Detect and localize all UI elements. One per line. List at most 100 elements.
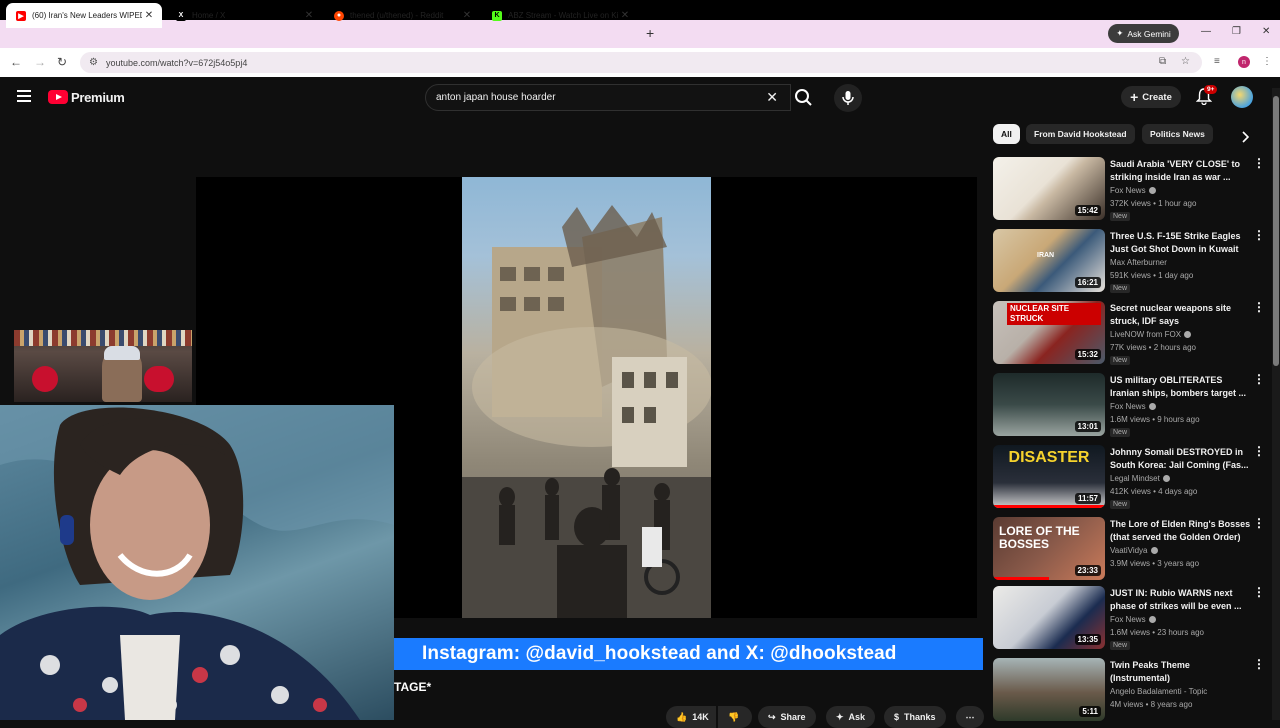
youtube-logo-icon[interactable] xyxy=(48,90,68,104)
menu-hamburger-icon[interactable] xyxy=(17,90,31,105)
video-duration: 15:32 xyxy=(1074,349,1101,360)
reload-icon[interactable]: ↻ xyxy=(57,55,67,69)
recommendation-title[interactable]: Saudi Arabia 'VERY CLOSE' to striking in… xyxy=(1110,158,1252,184)
forward-arrow-icon[interactable]: → xyxy=(34,55,46,69)
dislike-button[interactable]: 👎 xyxy=(718,706,752,728)
ask-button[interactable]: ✦ Ask xyxy=(826,706,876,728)
restore-window-icon[interactable]: ❐ xyxy=(1232,26,1241,37)
close-window-icon[interactable]: ✕ xyxy=(1262,26,1270,37)
video-thumbnail[interactable]: 13:35 xyxy=(993,586,1105,649)
recommendation-channel[interactable]: Fox News xyxy=(1110,402,1156,411)
more-options-icon[interactable]: ⋮ xyxy=(1253,445,1265,457)
search-button[interactable] xyxy=(788,84,820,111)
recommendation-item[interactable]: NUCLEAR SITE STRUCK 15:32 Secret nuclear w… xyxy=(993,301,1268,367)
site-info-icon[interactable]: ⚙ xyxy=(89,57,98,68)
recommendation-title[interactable]: Three U.S. F-15E Strike Eagles Just Got … xyxy=(1110,230,1252,256)
scrollbar-thumb[interactable] xyxy=(1273,96,1279,366)
recommendation-item[interactable]: 15:42 Saudi Arabia 'VERY CLOSE' to striki… xyxy=(993,157,1268,223)
close-tab-icon[interactable]: ✕ xyxy=(302,10,316,21)
new-tab-button[interactable]: + xyxy=(646,25,654,41)
clear-search-icon[interactable]: ✕ xyxy=(766,89,778,106)
chip-from-channel[interactable]: From David Hookstead xyxy=(1026,124,1135,144)
page-scrollbar[interactable] xyxy=(1272,88,1280,720)
more-options-icon[interactable]: ⋮ xyxy=(1253,517,1265,529)
install-app-icon[interactable]: ⧉ xyxy=(1159,56,1166,67)
browser-tab-x[interactable]: X Home / X ✕ xyxy=(166,3,322,28)
url-text: youtube.com/watch?v=672j54o5pj4 xyxy=(105,57,248,68)
more-options-icon[interactable]: ⋮ xyxy=(1253,373,1265,385)
recommendation-title[interactable]: JUST IN: Rubio WARNS next phase of strik… xyxy=(1110,587,1252,613)
tab-label: Home / X xyxy=(192,11,226,20)
browser-tab-kick[interactable]: K ABZ Stream - Watch Live on Ki ✕ xyxy=(482,3,638,28)
kick-favicon-icon: K xyxy=(492,10,502,21)
chip-politics-news[interactable]: Politics News xyxy=(1142,124,1213,144)
new-badge: New xyxy=(1110,641,1131,650)
thumbnail-overlay-text: IRAN xyxy=(1037,252,1055,259)
verified-check-icon xyxy=(1184,331,1192,338)
create-label: Create xyxy=(1142,91,1172,103)
recommendation-item[interactable]: DISASTER 11:57 Johnny Somali DESTROYED in … xyxy=(993,445,1268,511)
more-options-icon[interactable]: ⋮ xyxy=(1253,586,1265,598)
recommendation-item[interactable]: LORE OF THE BOSSES 23:33 The Lore of Elden… xyxy=(993,517,1268,583)
thanks-label: Thanks xyxy=(904,712,936,722)
chevron-right-icon[interactable] xyxy=(1241,130,1250,148)
video-thumbnail[interactable]: LORE OF THE BOSSES 23:33 xyxy=(993,517,1105,580)
share-button[interactable]: ↪ Share xyxy=(758,706,816,728)
browser-tab-youtube[interactable]: ▶ (60) Iran's New Leaders WIPED ✕ xyxy=(6,3,162,28)
recommendation-item[interactable]: 13:01 US military OBLITERATES Iranian shi… xyxy=(993,373,1268,439)
video-thumbnail[interactable]: 15:42 xyxy=(993,157,1105,220)
thanks-button[interactable]: $ Thanks xyxy=(884,706,946,728)
youtube-premium-logo[interactable]: Premium xyxy=(71,90,125,105)
more-actions-button[interactable]: ⋯ xyxy=(956,706,984,728)
search-input[interactable]: anton japan house hoarder ✕ xyxy=(425,84,791,111)
new-badge: New xyxy=(1110,428,1131,437)
user-avatar[interactable] xyxy=(1231,86,1253,108)
chip-all[interactable]: All xyxy=(993,124,1020,144)
url-omnibox[interactable]: ⚙ youtube.com/watch?v=672j54o5pj4 xyxy=(80,52,1202,73)
thumbs-up-icon: 👍 xyxy=(676,711,688,722)
create-button[interactable]: + Create xyxy=(1121,86,1181,108)
browser-profile-avatar[interactable]: n xyxy=(1238,56,1250,68)
browser-tab-reddit[interactable]: ● thened (u/thened) - Reddit ✕ xyxy=(324,3,480,28)
recommendation-item[interactable]: 13:35 JUST IN: Rubio WARNS next phase of … xyxy=(993,586,1268,652)
recommendation-channel[interactable]: Angelo Badalamenti - Topic xyxy=(1110,687,1207,696)
close-tab-icon[interactable]: ✕ xyxy=(618,10,632,21)
close-tab-icon[interactable]: ✕ xyxy=(142,10,156,21)
back-arrow-icon[interactable]: ← xyxy=(10,55,22,69)
video-duration: 13:35 xyxy=(1074,634,1101,645)
bookmark-star-icon[interactable]: ☆ xyxy=(1181,56,1190,67)
recommendation-item[interactable]: IRAN 16:21 Three U.S. F-15E Strike Eagles … xyxy=(993,229,1268,295)
recommendation-channel[interactable]: VaatiVidya xyxy=(1110,546,1158,555)
streamer-background-camera xyxy=(14,330,192,402)
more-options-icon[interactable]: ⋮ xyxy=(1253,157,1265,169)
recommendation-title[interactable]: Secret nuclear weapons site struck, IDF … xyxy=(1110,302,1252,328)
ask-gemini-button[interactable]: ✦ Ask Gemini xyxy=(1108,24,1179,43)
video-thumbnail[interactable]: DISASTER 11:57 xyxy=(993,445,1105,508)
recommendation-title[interactable]: Johnny Somali DESTROYED in South Korea: … xyxy=(1110,446,1252,472)
recommendation-title[interactable]: The Lore of Elden Ring's Bosses (that se… xyxy=(1110,518,1252,544)
recommendation-meta: 3.9M views • 3 years ago xyxy=(1110,559,1200,568)
recommendation-channel[interactable]: Legal Mindset xyxy=(1110,474,1170,483)
recommendation-channel[interactable]: LiveNOW from FOX xyxy=(1110,330,1192,339)
close-tab-icon[interactable]: ✕ xyxy=(460,10,474,21)
more-options-icon[interactable]: ⋮ xyxy=(1253,301,1265,313)
recommendation-channel[interactable]: Max Afterburner xyxy=(1110,258,1167,267)
new-badge: New xyxy=(1110,284,1131,293)
video-thumbnail[interactable]: 13:01 xyxy=(993,373,1105,436)
recommendation-title[interactable]: Twin Peaks Theme (Instrumental) xyxy=(1110,659,1252,685)
recommendation-meta: 412K views • 4 days ago xyxy=(1110,487,1198,496)
recommendation-title[interactable]: US military OBLITERATES Iranian ships, b… xyxy=(1110,374,1252,400)
video-thumbnail[interactable]: NUCLEAR SITE STRUCK 15:32 xyxy=(993,301,1105,364)
minimize-window-icon[interactable]: — xyxy=(1201,26,1211,37)
recommendation-item[interactable]: 5:11 Twin Peaks Theme (Instrumental) Angel… xyxy=(993,658,1268,724)
more-options-icon[interactable]: ⋮ xyxy=(1253,658,1265,670)
recommendation-channel[interactable]: Fox News xyxy=(1110,186,1156,195)
like-button[interactable]: 👍 14K xyxy=(666,706,716,728)
voice-search-button[interactable] xyxy=(834,84,862,112)
media-controls-icon[interactable]: ≡ xyxy=(1214,56,1220,67)
video-thumbnail[interactable]: 5:11 xyxy=(993,658,1105,721)
browser-menu-icon[interactable]: ⋮ xyxy=(1262,56,1272,67)
recommendation-channel[interactable]: Fox News xyxy=(1110,615,1156,624)
video-thumbnail[interactable]: IRAN 16:21 xyxy=(993,229,1105,292)
more-options-icon[interactable]: ⋮ xyxy=(1253,229,1265,241)
